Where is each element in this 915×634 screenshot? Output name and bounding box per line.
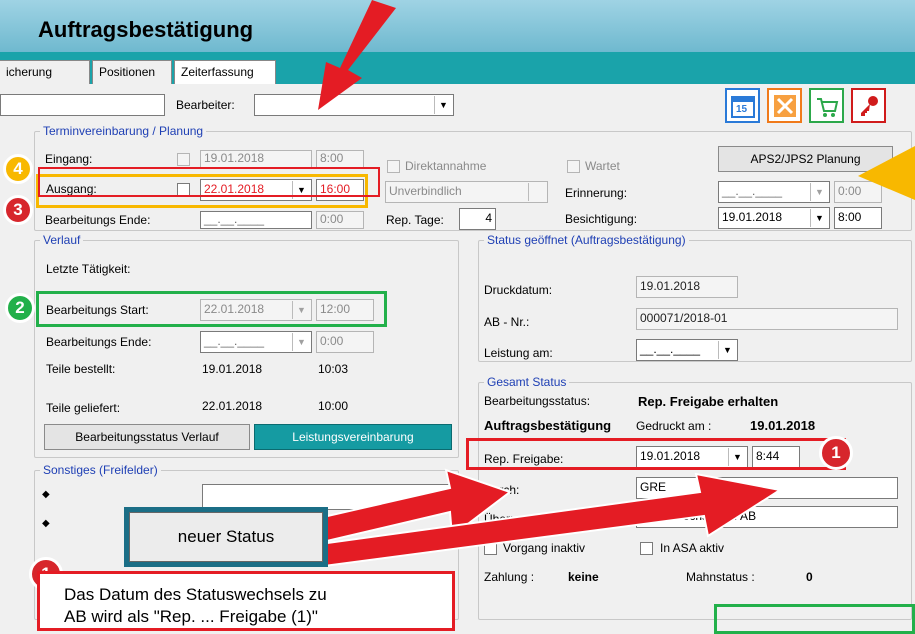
rep-tage-input[interactable]: 4 [459, 208, 496, 230]
left-header-field[interactable] [0, 94, 165, 116]
key-icon[interactable] [851, 88, 886, 123]
letzte-taetigkeit-label: Letzte Tätigkeit: [46, 262, 131, 276]
svg-text:15: 15 [736, 104, 748, 115]
besichtigung-label: Besichtigung: [565, 212, 638, 226]
ab-nr-label: AB - Nr.: [484, 315, 530, 329]
bearbeitungsstatus-value: Rep. Freigabe erhalten [638, 394, 779, 409]
gedruckt-label: Gedruckt am : [636, 419, 712, 433]
leistung-am-label: Leistung am: [484, 346, 553, 360]
sonstiges-group-title: Sonstiges (Freifelder) [40, 463, 161, 477]
gesamt-group-title: Gesamt Status [484, 375, 570, 389]
chevron-down-icon: ▼ [718, 341, 736, 359]
wartet-checkbox[interactable] [567, 160, 580, 173]
cart-icon[interactable] [809, 88, 844, 123]
verlauf-ende-time[interactable]: 0:00 [316, 331, 374, 353]
bearbeitungsstatus-label: Bearbeitungsstatus: [484, 394, 591, 408]
tab-zeiterfassung[interactable]: Zeiterfassung [174, 60, 276, 84]
highlight-start-green [36, 291, 387, 327]
arrow-left-icon [858, 146, 915, 200]
geliefert-label: Teile geliefert: [46, 401, 121, 415]
callout-2: 2 [5, 293, 35, 323]
status-group-title: Status geöffnet (Auftragsbestätigung) [484, 233, 689, 247]
neuer-status-button[interactable]: neuer Status [129, 512, 323, 562]
diamond-icon: ◆ [42, 489, 50, 500]
bearbeiter-label: Bearbeiter: [176, 98, 235, 112]
termin-ende-date[interactable]: __.__.____ [200, 211, 312, 229]
besichtigung-time[interactable]: 8:00 [834, 207, 882, 229]
termin-ende-label: Bearbeitungs Ende: [45, 213, 151, 227]
diamond-icon: ◆ [42, 518, 50, 529]
arrows-overlay [308, 468, 783, 568]
verlauf-ende-date[interactable]: __.__.____ ▼ [200, 331, 312, 353]
auftragsbestaetigung-label: Auftragsbestätigung [484, 418, 612, 433]
tab-positionen[interactable]: Positionen [92, 60, 172, 84]
geliefert-time: 10:00 [318, 399, 349, 413]
bearbeitungsstatus-verlauf-button[interactable]: Bearbeitungsstatus Verlauf [44, 424, 250, 450]
neuer-status-frame: neuer Status [124, 507, 328, 567]
mahnstatus-label: Mahnstatus : [686, 570, 755, 584]
chevron-down-icon: ▼ [810, 183, 828, 201]
verlauf-ende-label: Bearbeitungs Ende: [46, 335, 152, 349]
unverbindlich-select[interactable]: Unverbindlich [385, 181, 548, 203]
arrow-down-icon [318, 0, 396, 110]
mahnstatus-value: 0 [806, 570, 813, 584]
annotation-note-text: Das Datum des Statuswechsels zu [64, 585, 327, 604]
eingang-checkbox[interactable] [177, 153, 190, 166]
tools-icon[interactable] [767, 88, 802, 123]
leistung-am-date[interactable]: __.__.____ ▼ [636, 339, 738, 361]
chevron-down-icon: ▼ [292, 333, 310, 351]
eingang-date[interactable]: 19.01.2018 [200, 150, 312, 168]
annotation-note-text-2: AB wird als "Rep. ... Freigabe (1)" [64, 607, 318, 626]
besichtigung-date[interactable]: 19.01.2018 ▼ [718, 207, 830, 229]
zahlung-label: Zahlung : [484, 570, 535, 584]
callout-4: 4 [3, 154, 33, 184]
druckdatum-label: Druckdatum: [484, 283, 553, 297]
termin-ende-time[interactable]: 0:00 [316, 211, 364, 229]
bestellt-label: Teile bestellt: [46, 362, 116, 376]
chevron-down-icon: ▼ [810, 209, 828, 227]
calendar-15-icon[interactable]: 15 [725, 88, 760, 123]
druckdatum-value: 19.01.2018 [636, 276, 738, 298]
ab-nr-value: 000071/2018-01 [636, 308, 898, 330]
chevron-down-icon [528, 183, 546, 201]
annotation-note: Das Datum des Statuswechsels zu AB wird … [37, 571, 455, 631]
callout-3: 3 [3, 195, 33, 225]
bestellt-time: 10:03 [318, 362, 349, 376]
wartet-label: Wartet [585, 159, 620, 173]
direktannahme-label: Direktannahme [405, 159, 487, 173]
erinnerung-label: Erinnerung: [565, 186, 628, 200]
highlight-green-bottom [714, 604, 915, 634]
direktannahme-checkbox[interactable] [387, 160, 400, 173]
rep-tage-label: Rep. Tage: [386, 213, 444, 227]
highlight-ausgang-red [38, 167, 380, 197]
bestellt-date: 19.01.2018 [202, 362, 263, 376]
window-title: Auftragsbestätigung [38, 17, 254, 42]
chevron-down-icon: ▼ [434, 96, 452, 114]
gedruckt-value: 19.01.2018 [750, 418, 816, 433]
eingang-label: Eingang: [45, 152, 93, 166]
erinnerung-date[interactable]: __.__.____ ▼ [718, 181, 830, 203]
zahlung-value: keine [568, 570, 599, 584]
eingang-time[interactable]: 8:00 [316, 150, 364, 168]
termin-group-title: Terminvereinbarung / Planung [40, 124, 207, 138]
tab-sicherung[interactable]: icherung [0, 60, 90, 84]
verlauf-group-title: Verlauf [40, 233, 84, 247]
geliefert-date: 22.01.2018 [202, 399, 263, 413]
